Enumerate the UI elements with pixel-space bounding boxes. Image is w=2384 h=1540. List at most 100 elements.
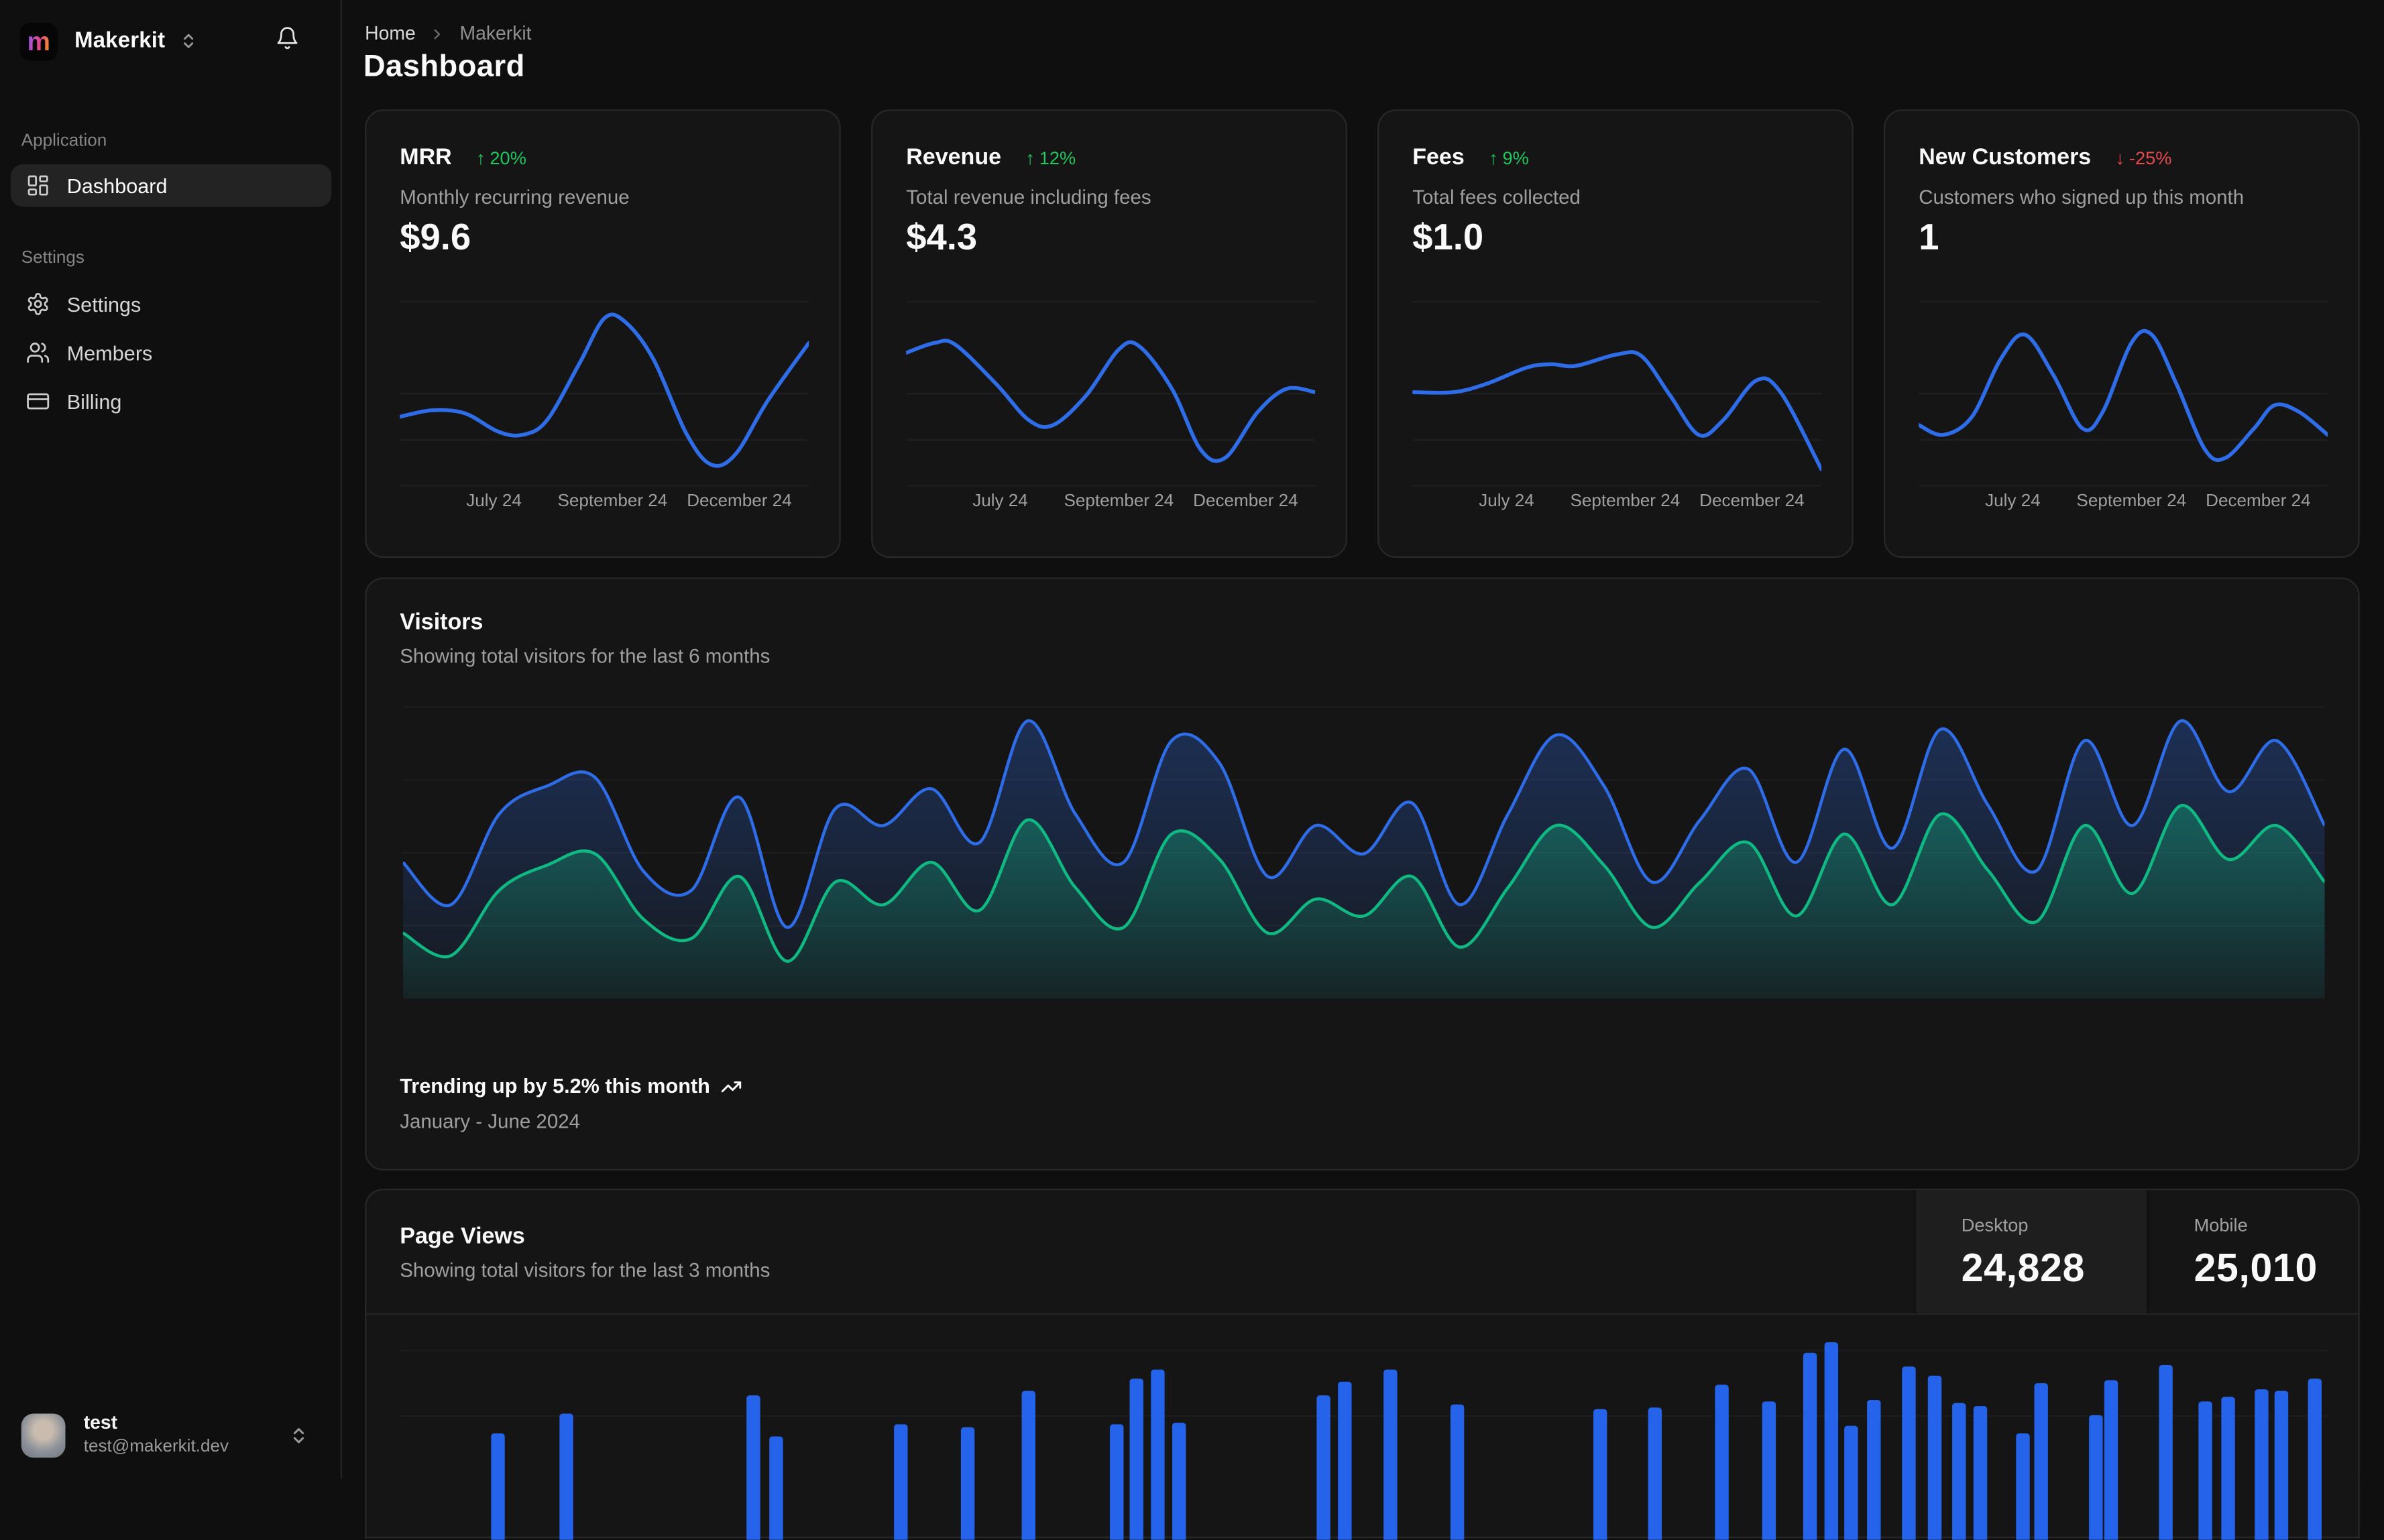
page-views-bar [2104,1380,2118,1540]
trending-up-icon [721,1075,742,1097]
page-views-bar [1844,1425,1858,1540]
user-menu[interactable]: test test@makerkit.dev [12,1405,330,1466]
trend-badge: ↑ 20% [476,147,526,169]
stat-description: Customers who signed up this month [1919,185,2245,209]
page-title: Dashboard [363,50,525,84]
page-views-bar [2308,1378,2322,1540]
stat-value: $1.0 [1412,217,1484,259]
trend-up-icon: ↑ [1489,147,1498,169]
page-views-bar [2159,1364,2173,1540]
stat-description: Total fees collected [1412,185,1581,209]
page-views-bar [559,1413,573,1540]
page-views-bar [2255,1389,2269,1540]
trend-badge: ↓ -25% [2115,147,2172,169]
sidebar-item-label: Members [66,341,153,364]
breadcrumb-current: Makerkit [459,23,532,44]
page-views-header: Page Views Showing total visitors for th… [366,1190,2361,1315]
stat-title: Revenue [906,144,1002,170]
stat-card-fees: Fees ↑ 9% Total fees collected $1.0 July … [1377,109,1854,558]
visitors-card: Visitors Showing total visitors for the … [365,577,2360,1171]
stat-value: 1 [1919,217,1939,259]
sidebar-section-settings: Settings [21,249,84,268]
sidebar-item-label: Billing [66,390,122,413]
page-views-bar [1383,1369,1398,1540]
page-views-bar [746,1395,760,1540]
page-views-bar [1973,1406,1988,1540]
page-views-bar [1715,1384,1729,1540]
sidebar-item-billing[interactable]: Billing [11,380,331,422]
page-views-bar [769,1436,783,1540]
new-customers-sparkline-chart [1919,300,2328,487]
page-views-bar [1867,1400,1881,1540]
page-views-bar [1110,1424,1124,1540]
dashboard-icon [26,173,50,197]
trend-badge: ↑ 12% [1025,147,1076,169]
chevrons-up-down-icon [289,1425,308,1445]
chevrons-up-down-icon [179,32,197,50]
stat-card-new-customers: New Customers ↓ -25% Customers who signed… [1884,109,2360,558]
x-axis-labels: July 24 September 24 December 24 [1985,492,2311,511]
page-views-bar [1952,1403,1966,1540]
breadcrumb-home[interactable]: Home [365,23,416,44]
trend-up-icon: ↑ [476,147,486,169]
toggle-desktop-stat[interactable]: Desktop 24,828 [1914,1190,2147,1313]
page-views-bar [1021,1390,1035,1540]
page-views-bar [1338,1381,1352,1540]
page-views-bar [1824,1342,1839,1540]
visitors-title: Visitors [400,609,484,636]
mobile-label: Mobile [2194,1214,2248,1236]
page-views-subtitle: Showing total visitors for the last 3 mo… [400,1258,771,1282]
stat-title: Fees [1412,144,1465,170]
notifications-bell-icon[interactable] [275,26,299,50]
page-views-bar-chart [400,1318,2328,1540]
page-views-bar [2016,1433,2030,1540]
stat-card-revenue: Revenue ↑ 12% Total revenue including fee… [871,109,1347,558]
page-views-bar [1648,1407,1662,1540]
trend-badge: ↑ 9% [1489,147,1529,169]
desktop-label: Desktop [1961,1214,2029,1236]
workspace-selector[interactable]: m Makerkit [19,19,323,62]
mobile-value: 25,010 [2194,1244,2318,1291]
page-views-bar [491,1433,505,1540]
page-views-bar [1316,1395,1330,1540]
toggle-mobile-stat[interactable]: Mobile 25,010 [2147,1190,2361,1313]
page-views-bar [894,1424,908,1540]
page-views-bar [2274,1390,2289,1540]
page-views-bar [2221,1397,2235,1540]
stat-description: Total revenue including fees [906,185,1151,209]
revenue-sparkline-chart [906,300,1316,487]
stat-title: New Customers [1919,144,2092,170]
stat-card-mrr: MRR ↑ 20% Monthly recurring revenue $9.6 … [365,109,841,558]
page-views-bar [1762,1401,1776,1540]
user-name: test [83,1412,118,1433]
settings-icon [26,292,50,316]
page-views-bar [2198,1401,2212,1540]
x-axis-labels: July 24 September 24 December 24 [466,492,792,511]
page-views-bar [960,1427,975,1540]
breadcrumb: Home Makerkit [365,23,531,44]
stat-title: MRR [400,144,452,170]
page-views-bar [1172,1423,1186,1540]
page-views-bar [1803,1352,1817,1540]
stat-value: $9.6 [400,217,471,259]
user-email: test@makerkit.dev [83,1437,229,1456]
page-views-bar [1927,1375,1942,1540]
visitors-subtitle: Showing total visitors for the last 6 mo… [400,644,771,668]
billing-icon [26,389,50,413]
x-axis-labels: July 24 September 24 December 24 [1479,492,1805,511]
members-icon [26,341,50,365]
chevron-right-icon [429,25,446,42]
sidebar-item-members[interactable]: Members [11,331,331,373]
page-views-bar [1151,1369,1165,1540]
page-views-bar [2034,1383,2048,1540]
page-views-bar [1129,1378,1143,1540]
trend-down-icon: ↓ [2115,147,2125,169]
trend-up-icon: ↑ [1025,147,1035,169]
visitors-trend-note: Trending up by 5.2% this month [400,1075,742,1098]
page-views-bar [2089,1415,2103,1540]
user-avatar [21,1413,66,1458]
page-views-bar [1593,1409,1607,1540]
sidebar-item-dashboard[interactable]: Dashboard [10,164,332,207]
sidebar-item-settings[interactable]: Settings [11,283,331,325]
sidebar-section-application: Application [21,132,107,151]
